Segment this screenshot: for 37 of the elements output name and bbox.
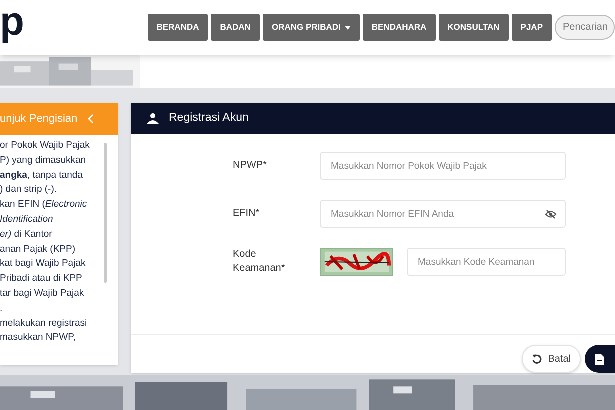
document-icon: [595, 354, 604, 364]
save-button[interactable]: [585, 345, 615, 373]
guide-text-line: melakukan registrasi: [0, 316, 88, 331]
nav-button[interactable]: BADAN: [211, 14, 260, 41]
user-icon: [147, 113, 159, 124]
guide-text-line: masukkan NPWP,: [0, 331, 77, 346]
guide-text-line: angka, tanpa tanda: [0, 168, 84, 183]
guide-text-line: Pribadi atau di KPP: [0, 272, 84, 286]
nav-button[interactable]: BENDAHARA: [362, 14, 436, 41]
form-title: Registrasi Akun: [169, 111, 249, 126]
nav-button[interactable]: BERANDA: [148, 14, 208, 41]
guide-text-line: er) di Kantor: [0, 228, 54, 242]
guide-text-line: tar bagi Wajib Pajak: [0, 286, 86, 301]
guide-text-line: .: [0, 302, 4, 316]
guide-text-line: Identification: [0, 212, 54, 227]
field-label: EFIN*: [233, 207, 261, 222]
field-label: Kode Keamanan*: [233, 248, 286, 276]
input-field[interactable]: Masukkan Nomor Pokok Wajib Pajak: [320, 152, 566, 180]
site-logo[interactable]: p: [0, 2, 148, 42]
guide-text-line: kat bagi Wajib Pajak: [0, 257, 87, 272]
input-field[interactable]: Masukkan Kode Keamanan: [407, 248, 566, 276]
search-field[interactable]: Pencarian: [555, 15, 615, 40]
eye-slash-icon[interactable]: [545, 210, 557, 220]
field-label: NPWP*: [233, 159, 268, 174]
guide-text-line: kan EFIN (Electronic: [0, 198, 88, 212]
undo-icon: [532, 354, 542, 364]
nav-button[interactable]: PJAP: [512, 14, 552, 41]
guide-title: unjuk Pengisian: [0, 112, 78, 127]
guide-text-line: P) yang dimasukkan: [0, 154, 88, 168]
nav-button[interactable]: KONSULTAN: [438, 14, 509, 41]
guide-text-line: ) dan strip (-).: [0, 183, 58, 198]
nav-button[interactable]: ORANG PRIBADI: [262, 14, 360, 41]
input-field[interactable]: Masukkan Nomor EFIN Anda: [320, 200, 566, 228]
guide-text-line: or Pokok Wajib Pajak: [0, 139, 91, 153]
guide-text-line: anan Pajak (KPP): [0, 242, 77, 257]
scrollbar[interactable]: [104, 143, 107, 283]
cancel-button[interactable]: Batal: [522, 345, 581, 373]
